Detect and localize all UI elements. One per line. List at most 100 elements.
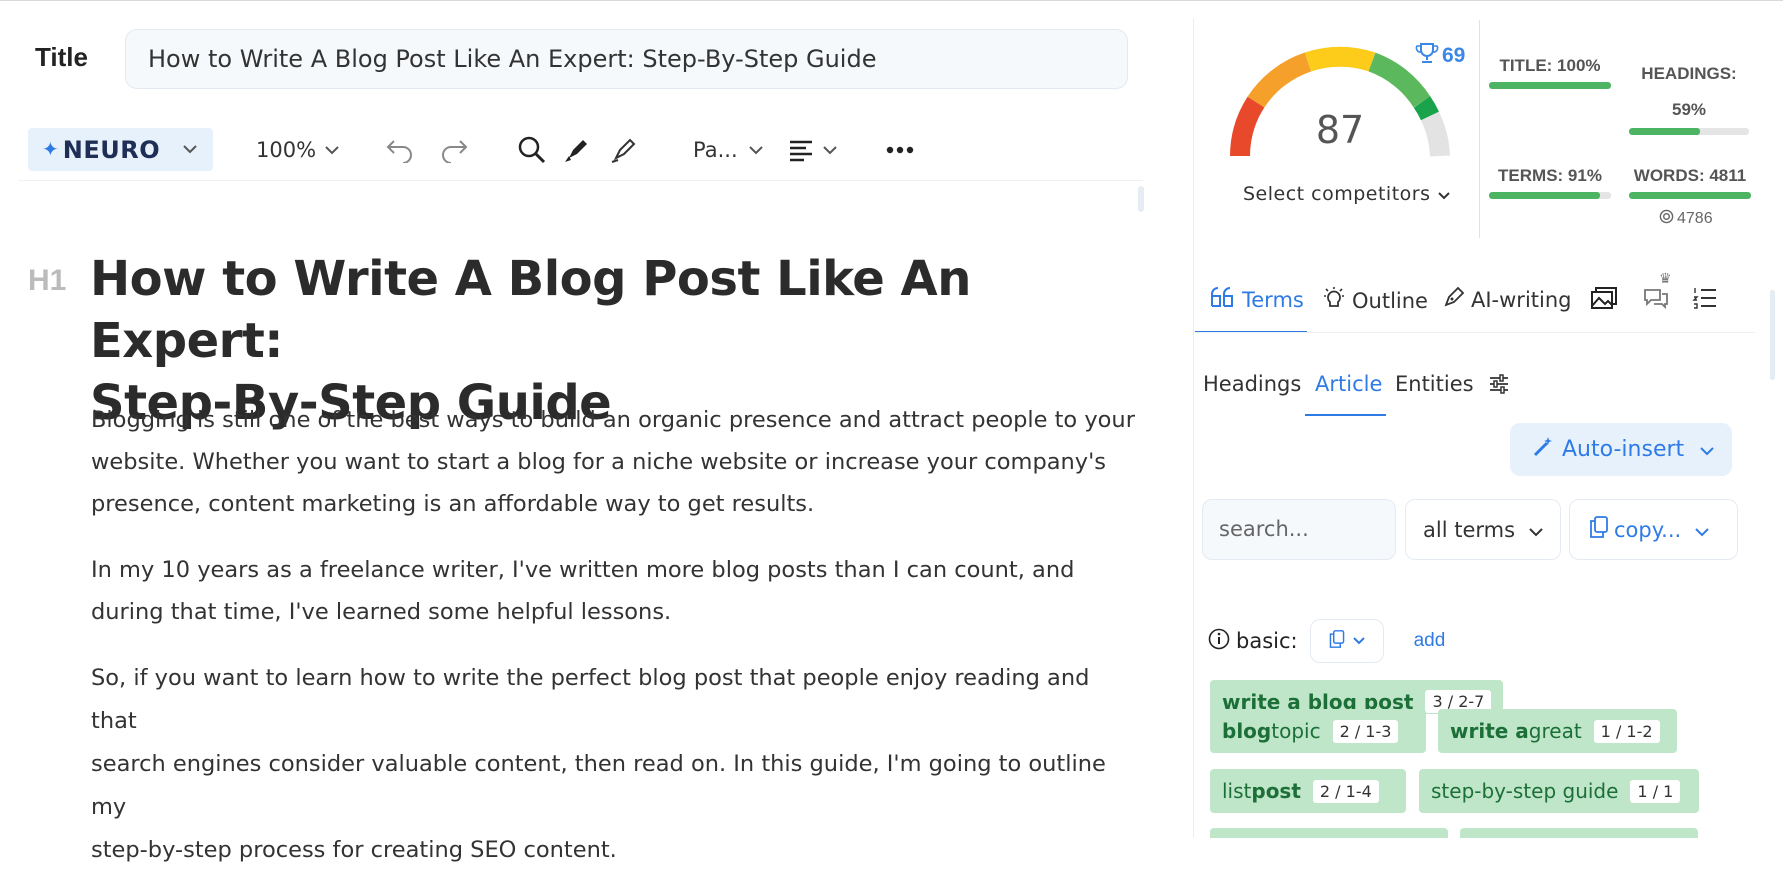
paragraph-style-value: Pa... [693,137,738,162]
paragraph[interactable]: So, if you want to learn how to write th… [91,657,1141,872]
subtab-headings[interactable]: Headings [1203,372,1301,396]
more-button[interactable] [886,128,914,171]
align-left-icon [788,138,814,162]
more-dots-icon [886,146,914,154]
toolbar-divider [18,180,1143,181]
settings-sliders-button[interactable] [1488,374,1510,399]
term-rest: list [1222,779,1252,803]
tab-ai-writing[interactable]: AI-writing [1443,286,1572,313]
paragraph-style-select[interactable]: Pa... [693,128,764,171]
chevron-down-icon [1700,437,1714,462]
text-line: presence, content marketing is an afford… [91,491,815,517]
chevron-down-icon [182,141,198,159]
tab-terms-label: Terms [1242,287,1304,312]
select-competitors-dropdown[interactable]: Select competitors [1243,183,1450,205]
sliders-icon [1488,374,1510,399]
tab-chat[interactable] [1642,286,1670,315]
term-chip[interactable] [1460,828,1698,838]
term-rest: topic [1271,719,1321,743]
copy-basic-terms-button[interactable] [1309,619,1384,663]
title-metric: TITLE: 100% [1489,56,1611,89]
quote-icon [1210,286,1236,313]
chevron-down-icon [748,145,764,155]
h1-badge: H1 [28,264,67,297]
heading-line: How to Write A Blog Post Like An Expert: [90,251,971,369]
crown-icon: ♛ [1659,270,1672,286]
info-icon[interactable] [1208,628,1230,655]
numbered-list-icon [1692,286,1718,315]
tabs-divider [1195,332,1755,333]
subtab-article[interactable]: Article [1315,372,1382,396]
sparkle-icon: ✦ [42,139,59,161]
align-select[interactable] [788,128,838,171]
term-count: 2 / 1-4 [1312,779,1379,803]
title-label: Title [35,42,88,72]
redo-button[interactable] [439,128,469,171]
tab-outline[interactable]: Outline [1322,286,1428,315]
term-count: 2 / 1-3 [1332,719,1399,743]
tab-ai-writing-label: AI-writing [1471,287,1572,312]
content-score: 87 [1315,108,1365,152]
term-chip[interactable]: blog topic 2 / 1-3 [1210,709,1426,753]
paragraph[interactable]: Blogging is still one of the best ways t… [91,399,1141,525]
terms-search-input[interactable]: search... [1202,499,1396,560]
undo-button[interactable] [385,128,415,171]
terms-metric-label: TERMS: 91% [1498,166,1602,185]
headings-progress-bar [1629,128,1749,135]
term-chip[interactable]: step-by-step guide 1 / 1 [1419,769,1699,813]
tab-images[interactable] [1590,286,1618,315]
trophy-icon [1415,42,1439,70]
term-keyword: post [1251,779,1301,803]
words-progress-bar [1629,192,1751,199]
chevron-down-icon [324,145,340,155]
tab-list[interactable] [1692,286,1718,315]
terms-metric: TERMS: 91% [1489,166,1611,199]
auto-insert-button[interactable]: Auto-insert [1510,423,1732,476]
headings-metric-value: 59% [1671,100,1707,119]
words-metric-label: WORDS: 4811 [1633,166,1747,185]
editor-scrollbar[interactable] [1138,186,1144,212]
term-rest: step-by-step guide [1431,779,1619,803]
top-competitor-score[interactable]: 69 [1415,42,1465,70]
headings-metric-label: HEADINGS: [1641,64,1737,83]
title-input[interactable]: How to Write A Blog Post Like An Expert:… [125,29,1128,89]
text-line: step-by-step process for creating SEO co… [91,837,617,863]
search-button[interactable] [517,128,547,171]
chevron-down-icon [822,145,838,155]
clear-highlight-button[interactable] [610,128,638,171]
neuro-ai-button[interactable]: ✦ NEURO [28,128,213,171]
copy-icon [1590,516,1608,543]
paragraph[interactable]: In my 10 years as a freelance writer, I'… [91,549,1141,633]
active-subtab-indicator [1305,414,1386,416]
text-line: In my 10 years as a freelance writer, I'… [91,557,1075,583]
term-chip[interactable]: write a great 1 / 1-2 [1438,709,1677,753]
panel-scrollbar[interactable] [1770,290,1775,380]
tab-outline-label: Outline [1352,288,1428,313]
chat-icon [1642,286,1670,315]
add-term-link[interactable]: add [1414,630,1446,652]
zoom-select[interactable]: 100% [256,128,340,171]
term-count: 1 / 1 [1630,779,1681,803]
subtab-entities[interactable]: Entities [1395,372,1474,396]
progress-fill [1629,128,1700,135]
tab-terms[interactable]: Terms [1210,286,1304,313]
undo-icon [385,137,415,163]
text-line: So, if you want to learn how to write th… [91,665,1090,734]
copy-terms-dropdown[interactable]: copy... [1569,499,1738,560]
chevron-down-icon [1437,183,1450,205]
progress-fill [1489,82,1611,89]
magic-wand-icon [1532,436,1554,464]
term-chip[interactable]: list post 2 / 1-4 [1210,769,1406,813]
term-chip[interactable] [1210,828,1448,838]
copy-label: copy... [1614,517,1682,542]
pen-nib-icon [1443,286,1465,313]
highlight-button[interactable] [563,128,591,171]
metrics-divider [1479,20,1480,238]
chevron-down-icon [1695,518,1709,542]
terms-filter-select[interactable]: all terms [1405,499,1561,560]
text-line: during that time, I've learned some help… [91,599,672,625]
headings-metric: HEADINGS: 59% [1629,56,1749,135]
title-metric-label: TITLE: 100% [1499,56,1601,75]
words-metric: WORDS: 4811 [1629,166,1751,199]
redo-icon [439,137,469,163]
